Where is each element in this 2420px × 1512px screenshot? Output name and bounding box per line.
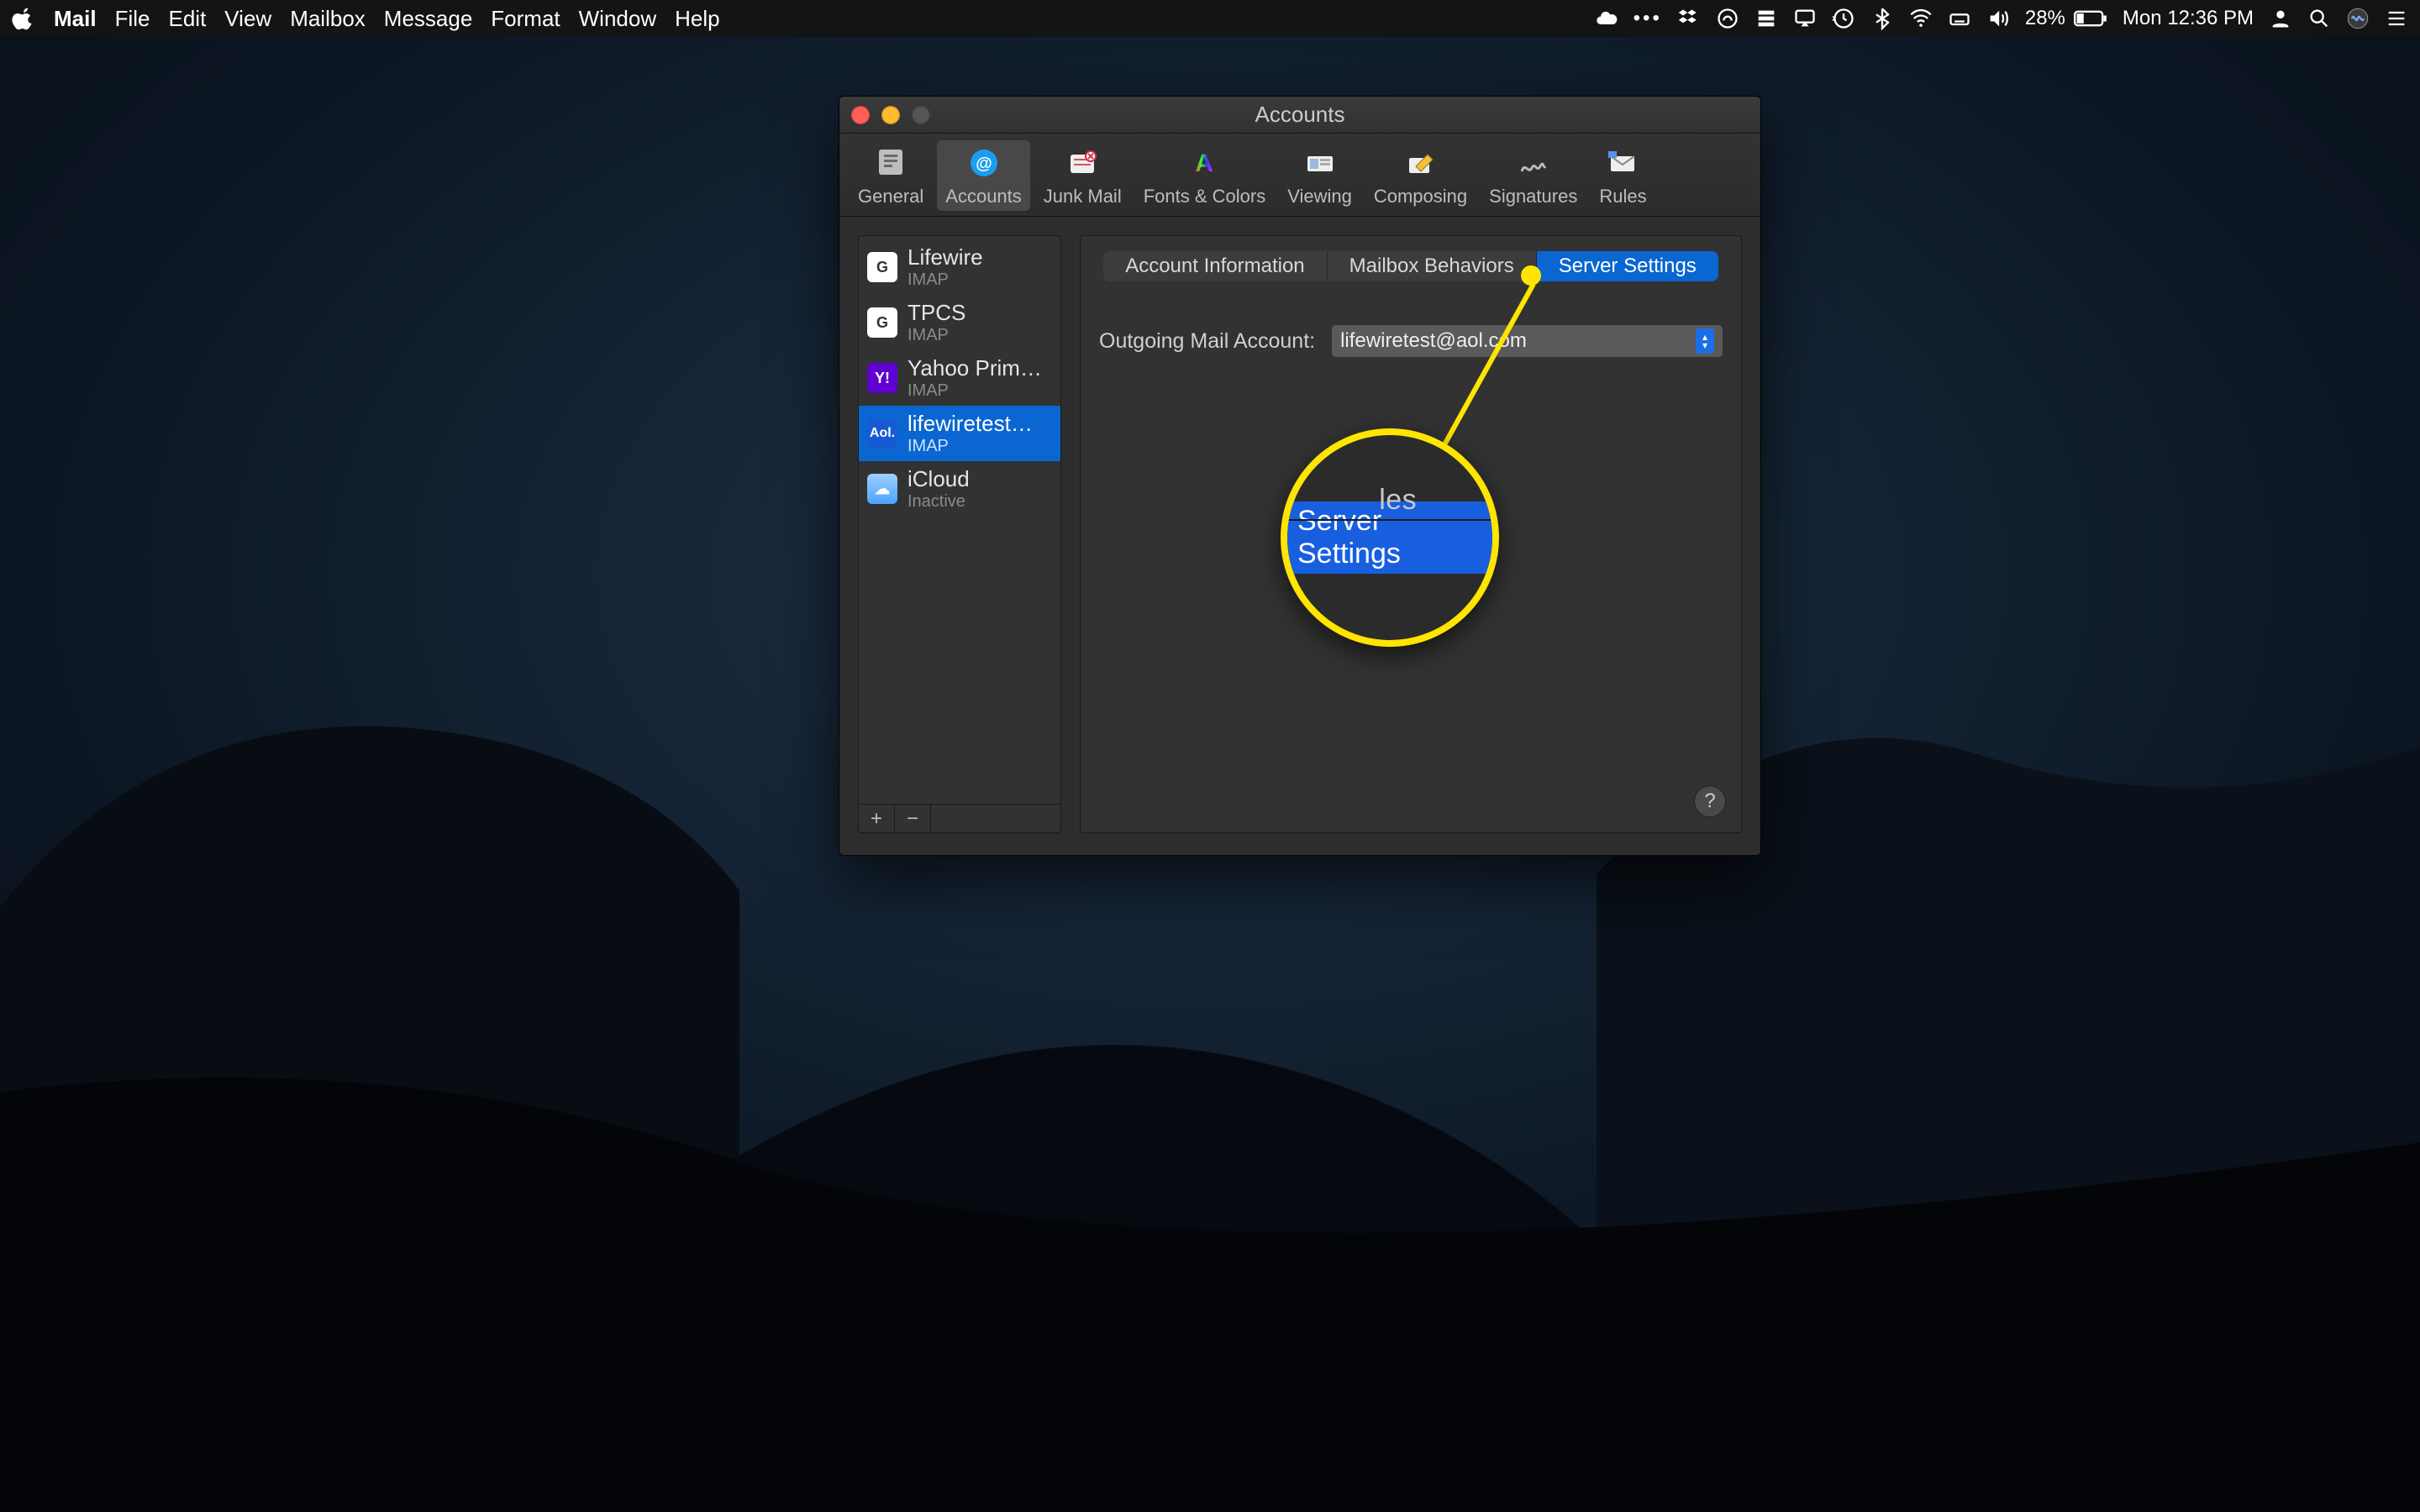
accounts-icon: @: [961, 144, 1007, 182]
battery-status[interactable]: 28%: [2025, 0, 2107, 37]
toolbar-viewing[interactable]: Viewing: [1279, 140, 1360, 211]
toolbar-fonts-colors[interactable]: A Fonts & Colors: [1135, 140, 1275, 211]
menubar-app-name[interactable]: Mail: [54, 0, 97, 37]
accounts-sidebar: GLifewireIMAPGTPCSIMAPY!Yahoo Prim…IMAPA…: [858, 235, 1061, 833]
add-account-button[interactable]: +: [859, 805, 895, 832]
menubar-clock[interactable]: Mon 12:36 PM: [2123, 0, 2254, 37]
preferences-window: Accounts General @ Accounts Junk Mail A …: [839, 96, 1761, 856]
window-zoom-button[interactable]: [912, 106, 930, 124]
toolbar-label: Junk Mail: [1044, 186, 1122, 207]
toolbar-composing[interactable]: Composing: [1365, 140, 1476, 211]
menubar-item-help[interactable]: Help: [675, 0, 719, 37]
airplay-icon[interactable]: [1793, 7, 1817, 30]
account-type-label: IMAP: [908, 270, 983, 290]
ellipsis-status-icon[interactable]: •••: [1634, 0, 1662, 37]
outgoing-account-row: Outgoing Mail Account: lifewiretest@aol.…: [1099, 325, 1723, 357]
google-account-icon: G: [867, 307, 897, 338]
toolbar-accounts[interactable]: @ Accounts: [937, 140, 1030, 211]
account-name-label: iCloud: [908, 466, 970, 492]
help-button[interactable]: ?: [1694, 785, 1726, 817]
toolbar-rules[interactable]: Rules: [1591, 140, 1655, 211]
tab-account-information[interactable]: Account Information: [1103, 251, 1327, 281]
time-machine-icon[interactable]: [1832, 7, 1855, 30]
menubar-item-message[interactable]: Message: [384, 0, 473, 37]
keyboard-brightness-icon[interactable]: [1948, 7, 1971, 30]
svg-text:A: A: [1196, 150, 1214, 177]
toolbar-label: Rules: [1599, 186, 1646, 207]
account-name-label: lifewiretest…: [908, 411, 1033, 437]
select-stepper-icon: ▴▾: [1696, 328, 1714, 354]
account-name-label: Lifewire: [908, 244, 983, 270]
yahoo-account-icon: Y!: [867, 363, 897, 393]
spotlight-search-icon[interactable]: [2307, 7, 2331, 30]
tab-server-settings[interactable]: Server Settings: [1537, 251, 1718, 281]
cloud-sync-icon[interactable]: [1595, 7, 1618, 30]
creative-cloud-icon[interactable]: [1716, 7, 1739, 30]
account-name-label: TPCS: [908, 300, 965, 326]
siri-icon[interactable]: [2346, 7, 2370, 30]
toolbar-label: Accounts: [945, 186, 1022, 207]
hazel-icon[interactable]: [1754, 7, 1778, 30]
notification-center-icon[interactable]: [2385, 7, 2408, 30]
account-type-label: IMAP: [908, 326, 965, 345]
user-switch-icon[interactable]: [2269, 7, 2292, 30]
menubar-item-edit[interactable]: Edit: [168, 0, 206, 37]
battery-icon: [2074, 10, 2107, 27]
account-row[interactable]: G LifewireIMAP: [859, 239, 1060, 295]
account-tabs: Account Information Mailbox Behaviors Se…: [1103, 251, 1718, 281]
tab-mailbox-behaviors[interactable]: Mailbox Behaviors: [1328, 251, 1537, 281]
sidebar-controls: + −: [859, 804, 1060, 832]
account-type-label: IMAP: [908, 381, 1042, 401]
remove-account-button[interactable]: −: [895, 805, 931, 832]
svg-text:@: @: [976, 155, 992, 173]
account-detail-pane: Account Information Mailbox Behaviors Se…: [1080, 235, 1742, 833]
account-type-label: IMAP: [908, 437, 1033, 456]
toolbar-general[interactable]: General: [850, 140, 932, 211]
menubar-item-window[interactable]: Window: [579, 0, 656, 37]
account-name-label: Yahoo Prim…: [908, 355, 1042, 381]
fonts-colors-icon: A: [1181, 144, 1227, 182]
battery-percent-label: 28%: [2025, 0, 2065, 37]
menubar-item-file[interactable]: File: [115, 0, 150, 37]
window-titlebar: Accounts: [839, 97, 1760, 134]
window-close-button[interactable]: [851, 106, 870, 124]
account-row[interactable]: Y! Yahoo Prim…IMAP: [859, 350, 1060, 406]
toolbar-label: General: [858, 186, 923, 207]
outgoing-account-select[interactable]: lifewiretest@aol.com ▴▾: [1332, 325, 1723, 357]
wifi-icon[interactable]: [1909, 7, 1933, 30]
account-row[interactable]: Aol. lifewiretest…IMAP: [859, 406, 1060, 461]
toolbar-label: Signatures: [1489, 186, 1577, 207]
apple-menu-icon[interactable]: [12, 7, 35, 30]
signatures-icon: [1511, 144, 1556, 182]
menubar-item-view[interactable]: View: [224, 0, 271, 37]
menubar-item-format[interactable]: Format: [491, 0, 560, 37]
volume-icon[interactable]: [1986, 7, 2010, 30]
toolbar-label: Fonts & Colors: [1144, 186, 1266, 207]
rules-icon: [1600, 144, 1645, 182]
general-icon: [868, 144, 913, 182]
composing-icon: [1398, 144, 1444, 182]
junk-mail-icon: [1060, 144, 1105, 182]
viewing-icon: [1297, 144, 1343, 182]
account-row[interactable]: G TPCSIMAP: [859, 295, 1060, 350]
window-minimize-button[interactable]: [881, 106, 900, 124]
menubar-item-mailbox[interactable]: Mailbox: [290, 0, 366, 37]
toolbar-signatures[interactable]: Signatures: [1481, 140, 1586, 211]
bluetooth-icon[interactable]: [1870, 7, 1894, 30]
menubar: Mail File Edit View Mailbox Message Form…: [0, 0, 2420, 37]
toolbar-label: Viewing: [1287, 186, 1352, 207]
aol-account-icon: Aol.: [867, 418, 897, 449]
outgoing-account-label: Outgoing Mail Account:: [1099, 329, 1315, 354]
account-type-label: Inactive: [908, 492, 970, 512]
outgoing-account-value: lifewiretest@aol.com: [1340, 329, 1527, 353]
toolbar-label: Composing: [1374, 186, 1467, 207]
account-row[interactable]: ☁ iCloudInactive: [859, 461, 1060, 517]
toolbar-junk-mail[interactable]: Junk Mail: [1035, 140, 1130, 211]
icloud-account-icon: ☁: [867, 474, 897, 504]
window-title: Accounts: [1255, 102, 1345, 128]
dropbox-icon[interactable]: [1677, 7, 1701, 30]
google-account-icon: G: [867, 252, 897, 282]
preferences-toolbar: General @ Accounts Junk Mail A Fonts & C…: [839, 134, 1760, 217]
